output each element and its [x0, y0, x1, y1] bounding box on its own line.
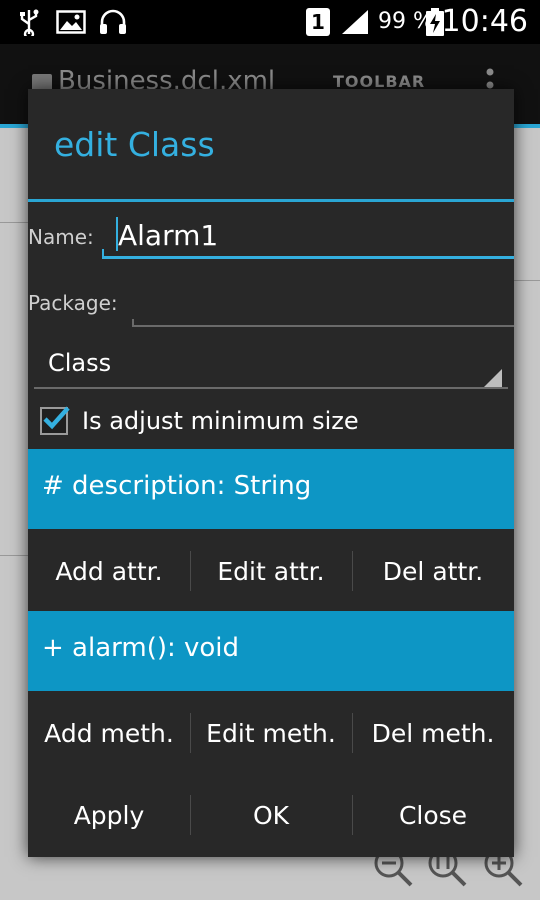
ok-button[interactable]: OK [190, 775, 352, 855]
attribute-buttons: Add attr. Edit attr. Del attr. [28, 531, 514, 611]
sim-badge: 1 [306, 8, 330, 36]
add-meth-button[interactable]: Add meth. [28, 693, 190, 773]
del-attr-button[interactable]: Del attr. [352, 531, 514, 611]
attribute-list-item[interactable]: # description: String [28, 449, 514, 529]
usb-icon [20, 9, 39, 36]
type-spinner[interactable]: Class [34, 341, 508, 389]
dialog-actions: Apply OK Close [28, 775, 514, 855]
canvas-line [514, 280, 540, 281]
package-label: Package: [28, 291, 118, 315]
title-divider [28, 199, 514, 202]
clock: 10:46 [441, 4, 528, 39]
canvas-line [0, 222, 28, 223]
method-buttons: Add meth. Edit meth. Del meth. [28, 693, 514, 773]
name-field[interactable]: Alarm1 [102, 211, 514, 259]
dropdown-arrow-icon [484, 369, 502, 387]
adjust-size-label: Is adjust minimum size [82, 407, 359, 435]
edit-class-dialog: edit Class Name: Alarm1 Package: Class I… [28, 89, 514, 857]
image-icon [56, 10, 86, 34]
method-list-item[interactable]: + alarm(): void [28, 611, 514, 691]
canvas-line [0, 555, 28, 556]
edit-attr-button[interactable]: Edit attr. [190, 531, 352, 611]
name-label: Name: [28, 225, 94, 249]
del-meth-button[interactable]: Del meth. [352, 693, 514, 773]
checkmark-icon [43, 406, 70, 430]
add-attr-button[interactable]: Add attr. [28, 531, 190, 611]
apply-button[interactable]: Apply [28, 775, 190, 855]
dialog-title: edit Class [54, 125, 215, 164]
headphones-icon [100, 9, 126, 34]
edit-meth-button[interactable]: Edit meth. [190, 693, 352, 773]
attribute-text: # description: String [42, 471, 312, 501]
close-button[interactable]: Close [352, 775, 514, 855]
method-text: + alarm(): void [42, 633, 240, 663]
package-field[interactable] [132, 295, 514, 327]
signal-icon [342, 10, 368, 34]
status-bar: 1 99 % 10:46 [0, 0, 540, 44]
adjust-size-checkbox[interactable] [40, 406, 70, 435]
name-value: Alarm1 [118, 219, 219, 252]
type-value: Class [48, 349, 112, 377]
